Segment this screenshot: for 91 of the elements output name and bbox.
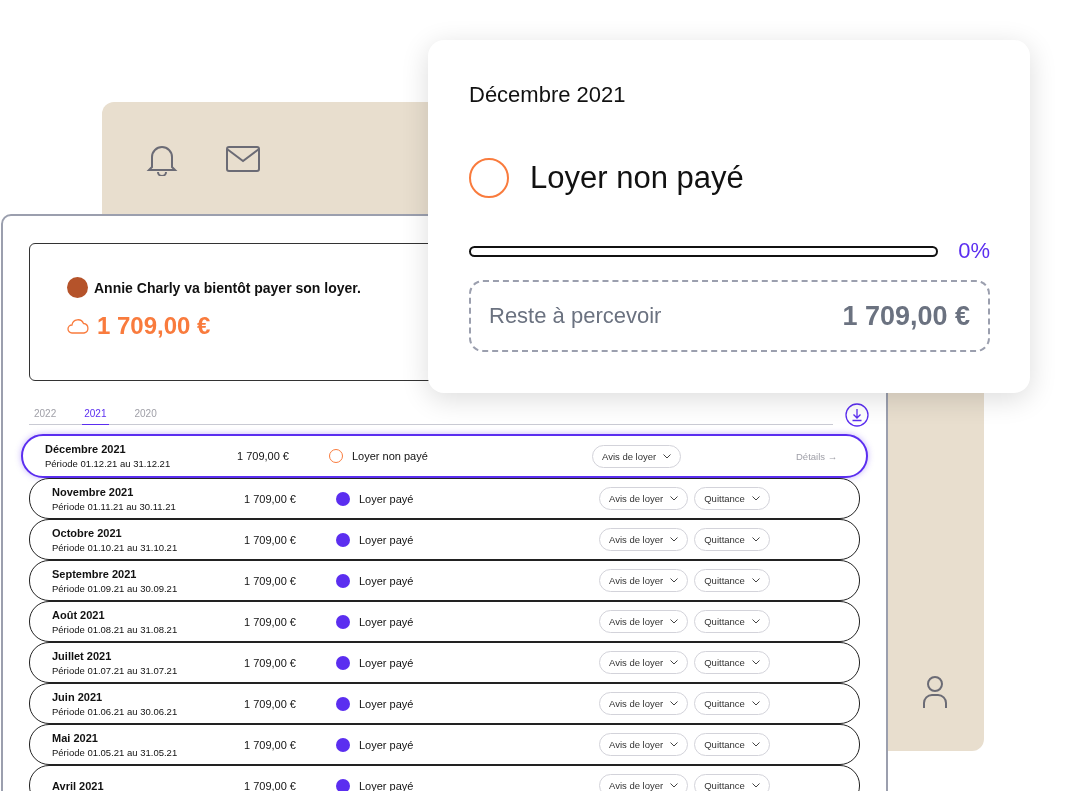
rent-row[interactable]: Avril 2021 1 709,00 € Loyer payé Avis de loyer Quittance	[29, 765, 860, 791]
chevron-icon	[670, 783, 679, 788]
document-dropdown[interactable]: Quittance	[694, 610, 770, 633]
user-icon[interactable]	[922, 675, 948, 709]
chevron-icon	[751, 537, 760, 542]
progress-percent: 0%	[958, 238, 990, 264]
chevron-icon	[663, 453, 672, 459]
chevron-icon	[751, 742, 760, 747]
rent-row[interactable]: Mai 2021 Période 01.05.21 au 31.05.21 1 709,00 € Loyer payé Avis de loyer Quittance	[29, 724, 860, 765]
rent-row[interactable]: Novembre 2021 Période 01.11.21 au 30.11.21 1 709,00 € Loyer payé Avis de loyer Quittance	[29, 478, 860, 519]
chevron-icon	[670, 619, 679, 624]
summary-amount: 1 709,00 €	[97, 312, 211, 340]
status-text: Loyer payé	[359, 615, 414, 628]
rent-amount: 1 709,00 €	[244, 615, 297, 628]
period-text: Période 01.09.21 au 30.09.21	[52, 582, 179, 594]
status-text: Loyer payé	[359, 533, 414, 546]
document-dropdown[interactable]: Avis de loyer	[599, 651, 689, 674]
rent-amount: 1 709,00 €	[244, 738, 297, 751]
month-title: Août 2021	[52, 608, 106, 621]
period-text: Période 01.06.21 au 30.06.21	[52, 705, 179, 717]
status-text: Loyer payé	[359, 492, 414, 505]
document-dropdown[interactable]: Quittance	[694, 692, 770, 715]
month-title: Décembre 2021	[45, 443, 127, 455]
chevron-icon	[751, 578, 760, 583]
cloud-icon	[67, 318, 89, 334]
rent-amount: 1 709,00 €	[244, 779, 297, 791]
download-icon[interactable]	[845, 403, 869, 427]
period-text: Période 01.05.21 au 31.05.21	[52, 746, 179, 758]
chevron-icon	[670, 742, 679, 747]
chevron-icon	[670, 496, 679, 501]
month-title: Juillet 2021	[52, 649, 113, 662]
document-dropdown[interactable]: Quittance	[694, 569, 770, 592]
status-text: Loyer payé	[359, 697, 414, 710]
status-text: Loyer payé	[359, 656, 414, 669]
rent-row[interactable]: Juin 2021 Période 01.06.21 au 30.06.21 1 709,00 € Loyer payé Avis de loyer Quittance	[29, 683, 860, 724]
chevron-icon	[670, 701, 679, 706]
document-dropdown[interactable]: Quittance	[694, 487, 770, 510]
chevron-icon	[670, 578, 679, 583]
month-title: Avril 2021	[52, 779, 105, 791]
month-title: Juin 2021	[52, 690, 104, 703]
year-tab[interactable]: 2021	[82, 405, 109, 425]
period-text: Période 01.10.21 au 31.10.21	[52, 541, 179, 553]
chevron-icon	[751, 701, 760, 706]
month-title: Octobre 2021	[52, 526, 123, 539]
popup-title: Décembre 2021	[469, 82, 627, 108]
mail-icon[interactable]	[226, 146, 260, 172]
document-dropdown[interactable]: Avis de loyer	[592, 444, 682, 468]
rent-amount: 1 709,00 €	[244, 697, 297, 710]
document-dropdown[interactable]: Avis de loyer	[599, 692, 689, 715]
document-dropdown[interactable]: Avis de loyer	[599, 610, 689, 633]
status-text: Loyer payé	[359, 574, 414, 587]
document-dropdown[interactable]: Avis de loyer	[599, 528, 689, 551]
period-text: Période 01.08.21 au 31.08.21	[52, 623, 179, 635]
chevron-icon	[670, 537, 679, 542]
document-dropdown[interactable]: Quittance	[694, 733, 770, 756]
rent-row[interactable]: Août 2021 Période 01.08.21 au 31.08.21 1 709,00 € Loyer payé Avis de loyer Quittance	[29, 601, 860, 642]
rent-row[interactable]: Octobre 2021 Période 01.10.21 au 31.10.21 1 709,00 € Loyer payé Avis de loyer Quittance	[29, 519, 860, 560]
period-text: Période 01.07.21 au 31.07.21	[52, 664, 179, 676]
rent-amount: 1 709,00 €	[244, 574, 297, 587]
status-text: Loyer non payé	[352, 450, 428, 462]
remaining-label: Reste à percevoir	[489, 303, 662, 329]
summary-message: Annie Charly va bientôt payer son loyer.	[94, 279, 361, 296]
period-text: Période 01.12.21 au 31.12.21	[45, 458, 172, 469]
document-dropdown[interactable]: Avis de loyer	[599, 569, 689, 592]
month-title: Septembre 2021	[52, 567, 138, 580]
rent-row[interactable]: Juillet 2021 Période 01.07.21 au 31.07.21 1 709,00 € Loyer payé Avis de loyer Quittance	[29, 642, 860, 683]
rent-amount: 1 709,00 €	[244, 656, 297, 669]
month-title: Mai 2021	[52, 731, 99, 744]
popup-status: Loyer non payé	[530, 160, 744, 196]
chevron-icon	[670, 660, 679, 665]
chevron-icon	[751, 619, 760, 624]
remaining-amount: 1 709,00 €	[842, 300, 970, 332]
status-text: Loyer payé	[359, 779, 414, 791]
document-dropdown[interactable]: Quittance	[694, 774, 770, 791]
document-dropdown[interactable]: Avis de loyer	[599, 487, 689, 510]
rent-amount: 1 709,00 €	[244, 492, 297, 505]
document-dropdown[interactable]: Quittance	[694, 651, 770, 674]
document-dropdown[interactable]: Avis de loyer	[599, 774, 689, 791]
rent-row[interactable]: Septembre 2021 Période 01.09.21 au 30.09.21 1 709,00 € Loyer payé Avis de loyer Quittance	[29, 560, 860, 601]
period-text: Période 01.11.21 au 30.11.21	[52, 500, 177, 512]
document-dropdown[interactable]: Quittance	[694, 528, 770, 551]
rent-row[interactable]: Décembre 2021 Période 01.12.21 au 31.12.21 1 709,00 € Loyer non payé Avis de loyer Détails →	[21, 434, 868, 478]
document-dropdown[interactable]: Avis de loyer	[599, 733, 689, 756]
chevron-icon	[751, 783, 760, 788]
month-title: Novembre 2021	[52, 485, 135, 498]
status-text: Loyer payé	[359, 738, 414, 751]
avatar	[67, 277, 88, 298]
rent-amount: 1 709,00 €	[237, 450, 290, 462]
chevron-icon	[751, 496, 760, 501]
rent-amount: 1 709,00 €	[244, 533, 297, 546]
chevron-icon	[751, 660, 760, 665]
